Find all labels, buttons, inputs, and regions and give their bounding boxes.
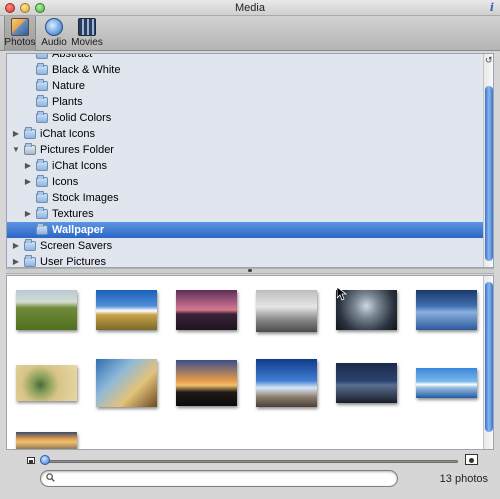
audio-icon bbox=[45, 18, 63, 36]
tree-row-label: Wallpaper bbox=[52, 224, 105, 236]
folder-icon bbox=[24, 127, 36, 139]
disclosure-closed-icon[interactable]: ▶ bbox=[11, 126, 21, 142]
tree-row[interactable]: ▶ Screen Savers bbox=[7, 238, 484, 254]
tab-audio[interactable]: Audio bbox=[38, 16, 70, 51]
disclosure-closed-icon[interactable]: ▶ bbox=[11, 254, 21, 267]
tree-row[interactable]: Plants bbox=[7, 94, 484, 110]
tab-movies[interactable]: Movies bbox=[70, 16, 104, 51]
thumbnail-size-slider-knob[interactable] bbox=[40, 455, 50, 465]
tab-photos-label: Photos bbox=[4, 37, 36, 48]
tree-row[interactable]: Black & White bbox=[7, 62, 484, 78]
folder-icon bbox=[24, 143, 36, 155]
info-icon[interactable]: i bbox=[490, 1, 494, 14]
disclosure-closed-icon[interactable]: ▶ bbox=[23, 206, 33, 222]
photo-thumbnail[interactable] bbox=[336, 363, 397, 403]
photo-thumbnail[interactable] bbox=[256, 359, 317, 407]
window-title: Media bbox=[235, 2, 265, 14]
folder-icon bbox=[36, 207, 48, 219]
tree-row[interactable]: Nature bbox=[7, 78, 484, 94]
thumbnail-size-slider[interactable] bbox=[42, 460, 458, 463]
tree-row[interactable]: Wallpaper bbox=[7, 222, 484, 238]
tree-row-label: iChat Icons bbox=[40, 128, 96, 140]
tree-row[interactable]: Solid Colors bbox=[7, 110, 484, 126]
photo-count: 13 photos bbox=[439, 473, 488, 485]
tree-row-label: Abstract bbox=[52, 53, 93, 60]
folder-icon bbox=[36, 79, 48, 91]
large-thumbnail-icon[interactable] bbox=[465, 454, 478, 465]
title-bar: Media i bbox=[0, 0, 500, 16]
search-field[interactable] bbox=[40, 470, 398, 487]
photo-grid-scroll-thumb[interactable] bbox=[485, 282, 493, 432]
tree-row[interactable]: ▶ iChat Icons bbox=[7, 126, 484, 142]
folder-icon bbox=[24, 239, 36, 251]
tree-row[interactable]: ▶ Icons bbox=[7, 174, 484, 190]
folder-icon bbox=[36, 159, 48, 171]
tree-row-label: Screen Savers bbox=[40, 240, 113, 252]
photo-thumbnail[interactable] bbox=[96, 359, 157, 407]
tree-row-label: User Pictures bbox=[40, 256, 107, 268]
tree-row[interactable]: ▶ User Pictures bbox=[7, 254, 484, 268]
folder-icon bbox=[36, 175, 48, 187]
tree-row-label: Plants bbox=[52, 96, 83, 108]
photo-thumbnail[interactable] bbox=[416, 368, 477, 398]
small-thumbnail-icon[interactable] bbox=[27, 457, 35, 464]
toolbar: Photos Audio Movies bbox=[0, 16, 500, 51]
folder-icon bbox=[36, 223, 48, 235]
photo-thumbnail[interactable] bbox=[16, 365, 77, 401]
photo-thumbnail[interactable] bbox=[16, 290, 77, 330]
photo-thumbnail[interactable] bbox=[256, 290, 317, 332]
split-view-divider[interactable] bbox=[6, 268, 494, 274]
folder-icon bbox=[36, 111, 48, 123]
scroll-reset-icon[interactable]: ↺ bbox=[485, 55, 493, 66]
tree-row[interactable]: Abstract bbox=[7, 53, 484, 62]
tree-row-label: iChat Icons bbox=[52, 160, 108, 172]
tree-row[interactable]: Stock Images bbox=[7, 190, 484, 206]
tree-row-label: Solid Colors bbox=[52, 112, 112, 124]
tree-row[interactable]: ▼ Pictures Folder bbox=[7, 142, 484, 158]
tree-row-label: Black & White bbox=[52, 64, 121, 76]
photo-thumbnail[interactable] bbox=[16, 432, 77, 449]
disclosure-open-icon[interactable]: ▼ bbox=[11, 142, 21, 158]
folder-icon bbox=[36, 54, 48, 59]
thumbnail-size-control bbox=[0, 452, 500, 468]
tree-row-label: Pictures Folder bbox=[40, 144, 114, 156]
tree-row-label: Icons bbox=[52, 176, 79, 188]
disclosure-closed-icon[interactable]: ▶ bbox=[23, 174, 33, 190]
search-icon bbox=[46, 473, 55, 482]
tree-row[interactable]: ▶ iChat Icons bbox=[7, 158, 484, 174]
tree-row[interactable]: ▶ Textures bbox=[7, 206, 484, 222]
folder-icon bbox=[36, 95, 48, 107]
movies-icon bbox=[78, 18, 96, 36]
photo-thumbnail[interactable] bbox=[96, 290, 157, 330]
folder-icon bbox=[36, 63, 48, 75]
source-list-scroll-thumb[interactable] bbox=[485, 86, 493, 261]
disclosure-closed-icon[interactable]: ▶ bbox=[23, 158, 33, 174]
search-row: 13 photos bbox=[0, 470, 500, 490]
tab-movies-label: Movies bbox=[71, 37, 103, 48]
tree-row-label: Stock Images bbox=[52, 192, 119, 204]
photo-grid-scrollbar[interactable] bbox=[483, 276, 493, 449]
tree-row-label: Textures bbox=[52, 208, 94, 220]
disclosure-closed-icon[interactable]: ▶ bbox=[11, 238, 21, 254]
photo-grid[interactable] bbox=[6, 275, 494, 450]
photos-icon bbox=[11, 18, 29, 36]
folder-icon bbox=[36, 191, 48, 203]
photo-thumbnail[interactable] bbox=[176, 290, 237, 330]
folder-icon bbox=[24, 255, 36, 267]
tab-audio-label: Audio bbox=[41, 37, 67, 48]
photo-thumbnail[interactable] bbox=[176, 360, 237, 406]
search-input[interactable] bbox=[59, 472, 389, 485]
source-list[interactable]: Abstract Black & White Nature Plants Solid C… bbox=[6, 53, 494, 268]
divider-handle[interactable] bbox=[248, 269, 252, 272]
source-list-scrollbar[interactable]: ↺ bbox=[483, 54, 493, 267]
tree-row-label: Nature bbox=[52, 80, 86, 92]
photo-thumbnail[interactable] bbox=[416, 290, 477, 330]
tab-photos[interactable]: Photos bbox=[4, 16, 36, 51]
